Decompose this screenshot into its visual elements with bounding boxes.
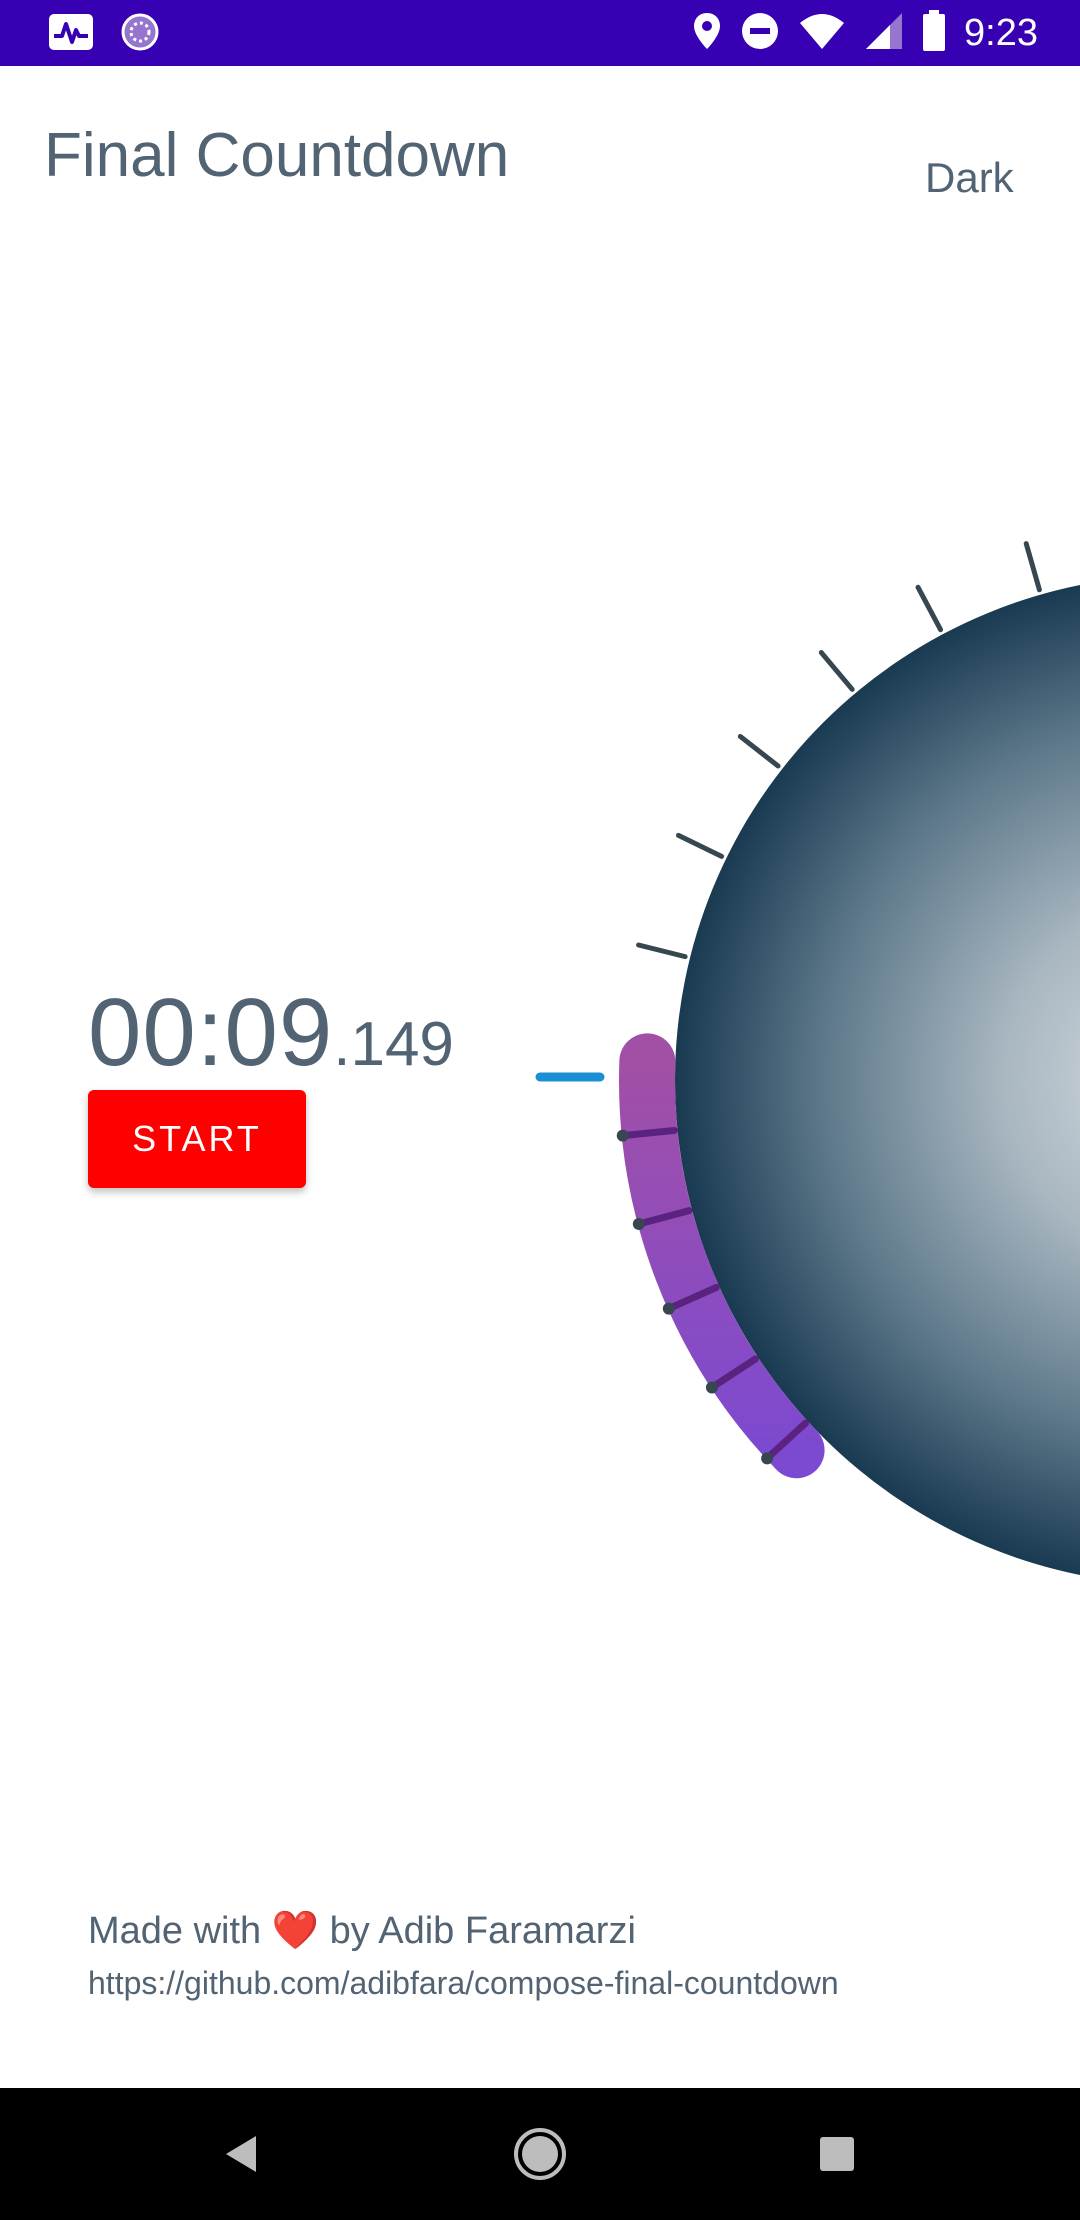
- dial-tick: [619, 1058, 673, 1065]
- location-icon: [692, 11, 722, 56]
- dial-tick: [818, 650, 855, 692]
- status-right-icons: 9:23: [692, 8, 1038, 58]
- arc-tick-dot: [761, 1452, 774, 1465]
- recents-icon: [820, 2137, 854, 2171]
- footer: Made with ❤️ by Adib Faramarzi https://g…: [88, 1906, 839, 2006]
- recents-button[interactable]: [795, 2112, 879, 2196]
- navigation-bar: [0, 2088, 1080, 2220]
- signal-icon: [864, 11, 904, 56]
- activity-icon: [48, 12, 94, 57]
- dial-tick: [737, 733, 781, 769]
- footer-credit: Made with ❤️ by Adib Faramarzi: [88, 1906, 839, 1956]
- arc-tick-dot: [632, 1217, 645, 1230]
- dial-tick: [636, 942, 688, 960]
- start-button[interactable]: START: [88, 1090, 306, 1188]
- arc-tick: [710, 1355, 759, 1390]
- arc-tick-dot: [616, 1129, 629, 1142]
- arc-tick: [621, 1126, 679, 1139]
- arc-tick: [667, 1283, 720, 1312]
- battery-icon: [922, 9, 946, 57]
- arc-tick-dot: [705, 1381, 718, 1394]
- back-button[interactable]: [200, 2112, 284, 2196]
- dial-tick: [1023, 541, 1042, 593]
- github-link[interactable]: https://github.com/adibfara/compose-fina…: [88, 1960, 839, 2006]
- do-not-disturb-icon: [740, 11, 780, 56]
- credit-prefix: Made with: [88, 1910, 262, 1952]
- timer-milliseconds: .149: [333, 1010, 454, 1079]
- arc-tick: [765, 1419, 809, 1461]
- timer-seconds: 00:09: [88, 979, 334, 1086]
- back-icon: [226, 2136, 256, 2172]
- status-time: 9:23: [964, 12, 1038, 54]
- sync-icon: [120, 12, 160, 57]
- arc-tick-dot: [662, 1302, 675, 1315]
- app-title: Final Countdown: [44, 121, 510, 190]
- progress-arc: [619, 1033, 825, 1479]
- credit-suffix: by Adib Faramarzi: [329, 1910, 636, 1952]
- status-left-icons: [48, 12, 160, 57]
- countdown-timer: 00:09.149: [88, 978, 454, 1100]
- progress-arc-ticks: [616, 1126, 809, 1465]
- wifi-icon: [798, 11, 846, 56]
- home-icon: [514, 2128, 566, 2180]
- sphere: [675, 585, 1080, 1575]
- dial-ticks: [619, 541, 1042, 1065]
- heart-icon: ❤️: [271, 1910, 320, 1952]
- dial-tick: [915, 584, 944, 633]
- theme-toggle-button[interactable]: Dark: [925, 150, 1014, 206]
- home-button[interactable]: [498, 2112, 582, 2196]
- status-bar: 9:23: [0, 0, 1080, 66]
- arc-tick: [637, 1207, 693, 1227]
- dial-tick: [675, 832, 725, 859]
